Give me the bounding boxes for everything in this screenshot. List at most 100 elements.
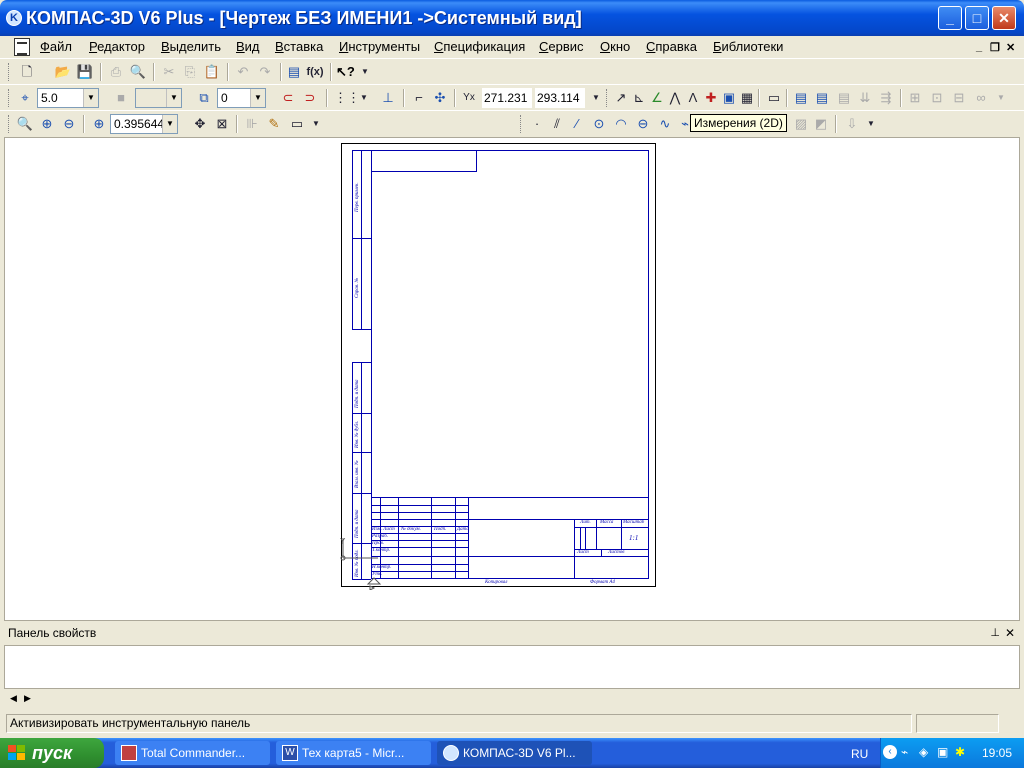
menu-help[interactable]: Справка [646,39,697,54]
function-icon[interactable]: f(x) [306,63,324,81]
scroll-right-icon[interactable]: ▶ [24,693,31,704]
grid-icon[interactable]: ⋮⋮ [334,89,360,107]
display-icon[interactable]: ▭ [288,115,306,133]
chevron-down-icon[interactable]: ▼ [166,89,181,107]
spec-icon-1[interactable]: ▤ [792,89,810,107]
pin-icon[interactable]: ⊥ [990,623,1000,643]
bug-icon[interactable]: ✱ [955,745,965,759]
orthogonal-icon[interactable]: ⌐ [410,89,428,107]
chevron-down-icon[interactable]: ▼ [862,115,880,133]
variables-icon[interactable]: ▤ [285,63,303,81]
menu-insert[interactable]: Вставка [275,39,323,54]
refresh-icon[interactable]: ⊪ [243,115,261,133]
cut-icon[interactable]: ✂ [160,63,178,81]
circle-icon[interactable]: ⊙ [590,115,608,133]
new-document-icon[interactable]: 🗋 [18,63,36,81]
undo-icon[interactable]: ↶ [234,63,252,81]
task-word[interactable]: W Тех карта5 - Micr... [276,741,431,765]
mdi-close-button[interactable]: ✕ [1006,41,1015,54]
measure-point-icon[interactable]: ↗ [612,89,630,107]
ellipse-icon[interactable]: ⊖ [634,115,652,133]
display-tray-icon[interactable]: ▣ [937,745,948,759]
zoom-window-icon[interactable]: 🔍 [16,115,34,133]
spec-icon-4[interactable]: ⇊ [856,89,874,107]
style-icon[interactable]: ■ [112,89,130,107]
hatch-icon[interactable]: ▨ [792,115,810,133]
spec-icon-3[interactable]: ▤ [835,89,853,107]
menu-window[interactable]: Окно [600,39,630,54]
chevron-down-icon[interactable]: ▼ [356,63,374,81]
task-total-commander[interactable]: Total Commander... [115,741,270,765]
mdi-minimize-button[interactable]: _ [976,41,982,53]
spec-icon-2[interactable]: ▤ [813,89,831,107]
pan-icon[interactable]: ✥ [191,115,209,133]
toolbar-grip[interactable] [8,89,11,107]
chevron-down-icon[interactable]: ▼ [83,89,98,107]
menu-tools[interactable]: Инструменты [339,39,420,54]
lib-icon-1[interactable]: ⊞ [906,89,924,107]
local-cs-icon[interactable]: ⊥ [379,89,397,107]
scroll-left-icon[interactable]: ◀ [10,693,17,704]
menu-service[interactable]: Сервис [539,39,584,54]
network-icon[interactable]: ⌁ [901,745,908,759]
layer-combo[interactable]: 0 ▼ [217,88,266,108]
toolbar-grip[interactable] [8,63,11,81]
menu-libraries[interactable]: Библиотеки [713,39,783,54]
measure-length-icon[interactable]: ⋀ [666,89,684,107]
open-folder-icon[interactable]: 📂 [54,63,72,81]
document-icon[interactable] [14,38,30,56]
tray-expand-icon[interactable]: ‹ [883,745,897,759]
measure-2d-icon[interactable]: ▣ [720,89,738,107]
menu-view[interactable]: Вид [236,39,260,54]
chevron-down-icon[interactable]: ▼ [355,89,373,107]
chevron-down-icon[interactable]: ▼ [250,89,265,107]
spec-icon-5[interactable]: ⇶ [877,89,895,107]
coordinates-icon[interactable]: Yx [460,89,478,107]
antivirus-icon[interactable]: ◈ [919,745,928,759]
close-button[interactable]: ✕ [992,6,1016,30]
chevron-down-icon[interactable]: ▼ [587,89,605,107]
language-indicator[interactable]: RU [851,747,868,761]
start-button[interactable]: пуск [0,738,104,768]
view-icon[interactable]: ▭ [765,89,783,107]
snap-magnet-icon[interactable]: ⊂ [279,89,297,107]
fill-icon[interactable]: ◩ [812,115,830,133]
print-preview-icon[interactable]: 🔍 [129,63,147,81]
lib-icon-2[interactable]: ⊡ [928,89,946,107]
menu-specification[interactable]: Спецификация [434,39,525,54]
print-icon[interactable]: ⎙ [107,63,125,81]
menu-file[interactable]: Файл [40,39,72,54]
style-combo[interactable]: ▼ [135,88,182,108]
lib-icon-3[interactable]: ⊟ [950,89,968,107]
paste-icon[interactable]: 📋 [203,63,221,81]
coord-x-field[interactable]: 271.231 [482,88,532,108]
minimize-button[interactable]: _ [938,6,962,30]
task-kompas[interactable]: КОМПАС-3D V6 Pl... [437,741,592,765]
arc-icon[interactable]: ◠ [612,115,630,133]
segment-icon[interactable]: ⁄ [568,115,586,133]
show-all-icon[interactable]: ⊠ [213,115,231,133]
measure-area-icon[interactable]: Λ [684,89,702,107]
measure-distance-icon[interactable]: ⊾ [630,89,648,107]
menu-select[interactable]: Выделить [161,39,221,54]
chevron-down-icon[interactable]: ▼ [992,89,1010,107]
context-help-icon[interactable]: ↖? [336,63,355,81]
spline-icon[interactable]: ∿ [656,115,674,133]
redo-icon[interactable]: ↷ [256,63,274,81]
save-icon[interactable]: 💾 [76,63,94,81]
zoom-in-icon[interactable]: ⊕ [38,115,56,133]
measure-report-icon[interactable]: ▦ [738,89,756,107]
local-snap-icon[interactable]: ⊃ [301,89,319,107]
zoom-out-icon[interactable]: ⊖ [60,115,78,133]
kompas-app-icon[interactable]: K [6,10,22,26]
point-icon[interactable]: · [528,115,546,133]
lib-icon-4[interactable]: ∞ [972,89,990,107]
zoom-combo[interactable]: 0.395644 ▼ [110,114,178,134]
toolbar-grip[interactable] [8,115,11,133]
measure-angle-icon[interactable]: ∠ [648,89,666,107]
maximize-button[interactable]: □ [965,6,989,30]
aux-line-icon[interactable]: ⫽ [548,115,566,133]
chevron-down-icon[interactable]: ▼ [162,115,177,133]
insert-icon[interactable]: ⇩ [843,115,861,133]
close-icon[interactable]: ✕ [1005,623,1015,643]
